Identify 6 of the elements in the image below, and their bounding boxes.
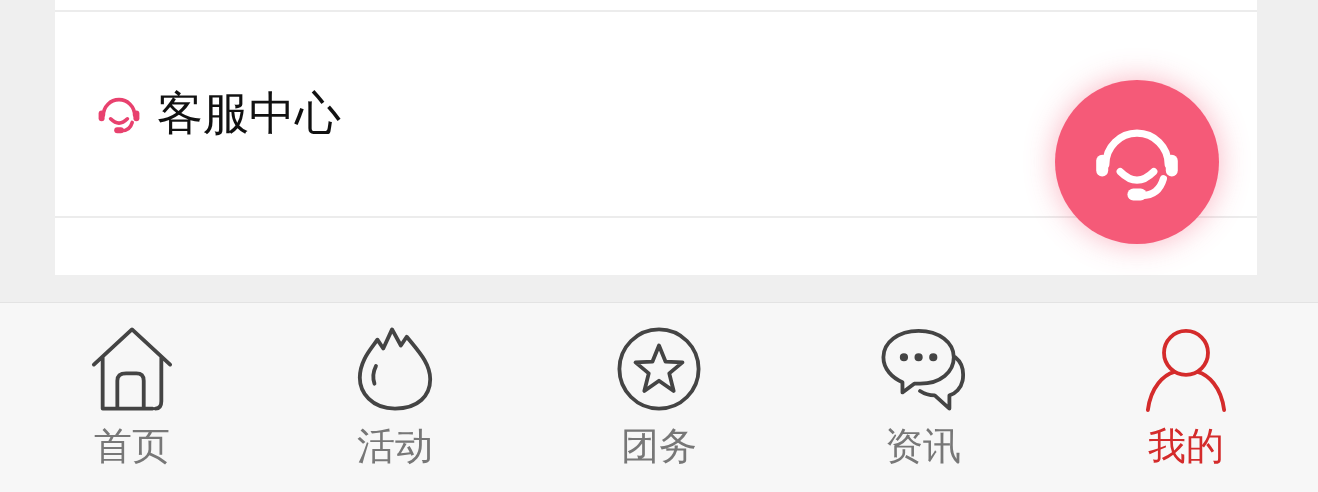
tab[interactable]: 资讯 (790, 303, 1055, 492)
tab[interactable]: 团务 (527, 303, 791, 492)
tab[interactable]: 我的 (1054, 303, 1318, 492)
tab[interactable]: 活动 (263, 303, 528, 492)
tab[interactable]: 首页 (0, 303, 264, 492)
menu-label: 客服中心 (157, 85, 341, 142)
